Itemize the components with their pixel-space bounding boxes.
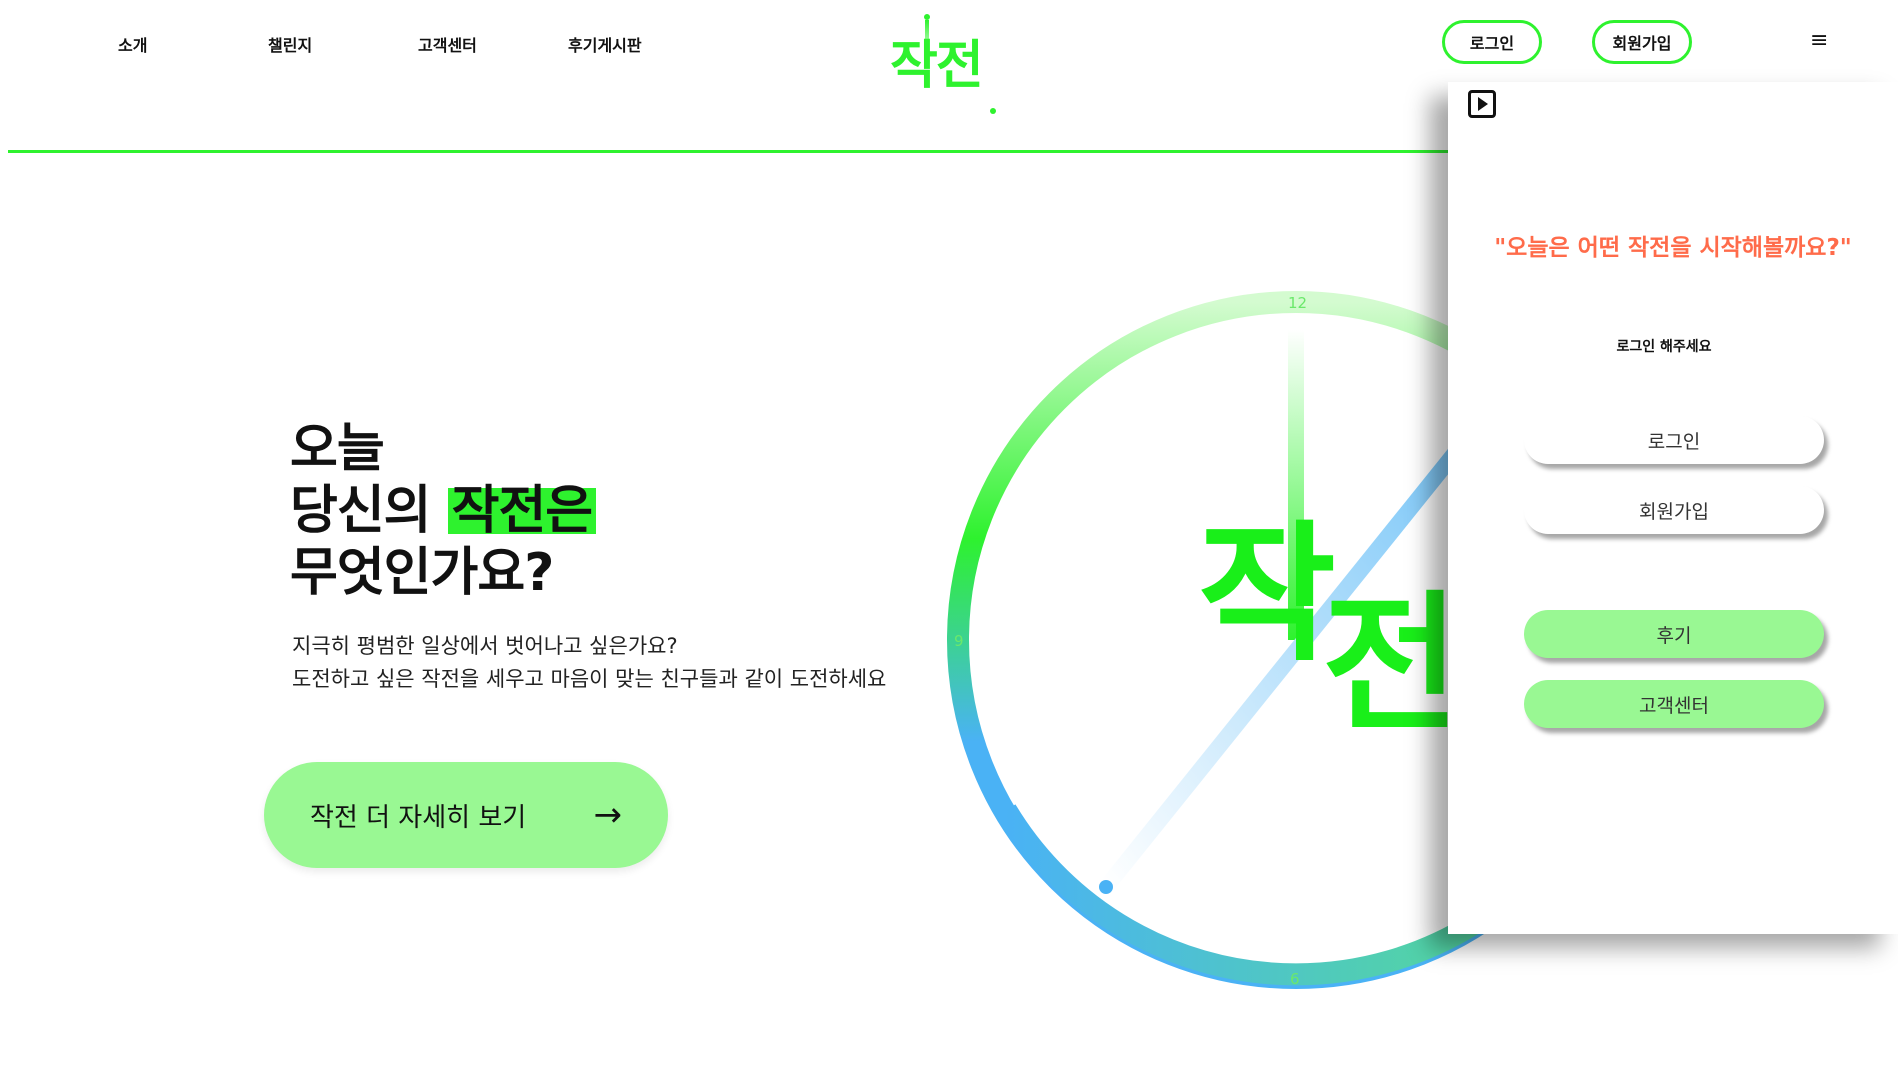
hero-title: 오늘 당신의 작전은 무엇인가요? — [290, 418, 597, 604]
hero-subtitle-line-2: 도전하고 싶은 작전을 세우고 마음이 맞는 친구들과 같이 도전하세요 — [292, 667, 887, 691]
clock-word-second: 전 — [1322, 578, 1460, 752]
cta-more-details-button[interactable]: 작전 더 자세히 보기 → — [264, 762, 668, 868]
panel-login-prompt: 로그인 해주세요 — [1616, 339, 1712, 355]
logo-text: 작전 — [890, 36, 984, 96]
logo-period — [990, 108, 996, 114]
hero-title-line-2: 당신의 작전은 — [290, 480, 597, 542]
panel-quote: "오늘은 어떤 작전을 시작해볼까요?" — [1494, 235, 1852, 261]
nav-link-support[interactable]: 고객센터 — [418, 32, 568, 56]
nav-link-challenge[interactable]: 챌린지 — [268, 32, 418, 56]
header-login-button[interactable]: 로그인 — [1442, 20, 1542, 64]
hero-title-line-1: 오늘 — [290, 419, 385, 479]
cta-label: 작전 더 자세히 보기 — [310, 802, 527, 833]
clock-word-first: 작 — [1198, 508, 1336, 682]
site-logo[interactable]: 작전 — [890, 12, 1000, 122]
hero-title-line-2-text: 당신의 — [290, 481, 448, 541]
clock-label-9: 9 — [954, 632, 964, 650]
clock-hand-tip — [1099, 880, 1113, 894]
panel-review-button[interactable]: 후기 — [1524, 610, 1824, 658]
nav-link-intro[interactable]: 소개 — [118, 32, 268, 56]
close-panel-icon[interactable] — [1468, 90, 1496, 118]
header-divider — [8, 150, 1448, 153]
nav-links: 소개 챌린지 고객센터 후기게시판 — [118, 32, 718, 56]
hero-subtitle-line-1: 지극히 평범한 일상에서 벗어나고 싶은가요? — [292, 634, 678, 658]
hero-subtitle: 지극히 평범한 일상에서 벗어나고 싶은가요? 도전하고 싶은 작전을 세우고 … — [292, 630, 886, 696]
panel-login-button[interactable]: 로그인 — [1524, 416, 1824, 464]
side-drawer-panel: "오늘은 어떤 작전을 시작해볼까요?" 로그인 해주세요 로그인 회원가입 후… — [1448, 82, 1898, 934]
nav-link-reviews[interactable]: 후기게시판 — [568, 32, 718, 56]
panel-support-button[interactable]: 고객센터 — [1524, 680, 1824, 728]
hero-title-highlight: 작전은 — [447, 481, 597, 541]
arrow-right-icon: → — [593, 795, 623, 835]
clock-center-word: 작전 — [1198, 520, 1462, 740]
header-signup-button[interactable]: 회원가입 — [1592, 20, 1692, 64]
hamburger-menu-icon[interactable]: ≡ — [1810, 28, 1828, 53]
clock-label-6: 6 — [1290, 970, 1300, 988]
hero-title-line-3: 무엇인가요? — [290, 543, 554, 603]
clock-label-12: 12 — [1288, 294, 1308, 312]
panel-signup-button[interactable]: 회원가입 — [1524, 486, 1824, 534]
